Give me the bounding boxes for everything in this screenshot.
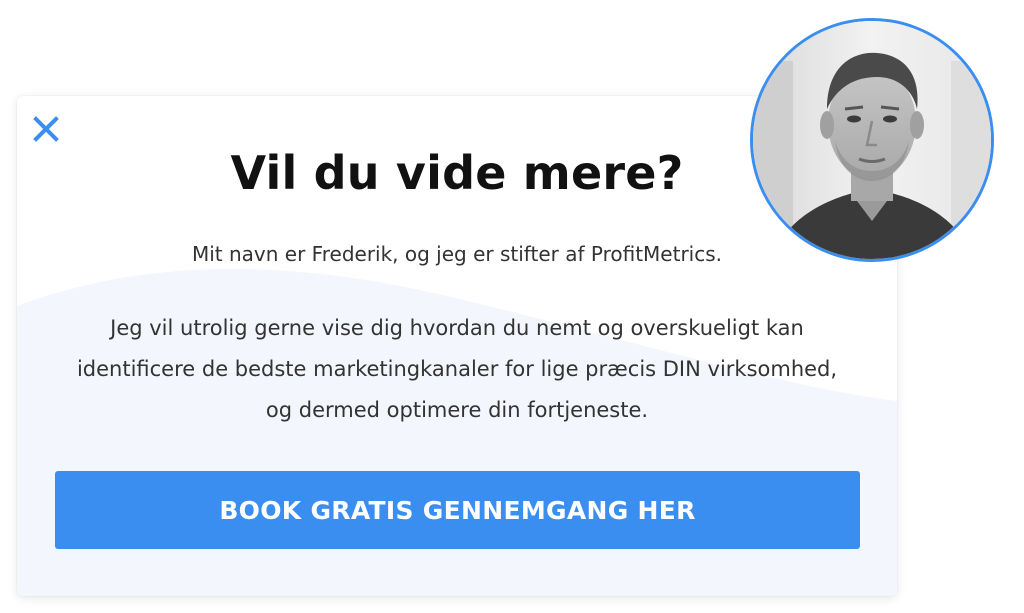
close-button[interactable] [31, 114, 63, 146]
portrait-photo [753, 21, 991, 259]
popup-overlay: Vil du vide mere? Mit navn er Frederik, … [0, 0, 1024, 613]
body-line: Jeg vil utrolig gerne vise dig hvordan d… [110, 316, 804, 340]
intro-text: Mit navn er Frederik, og jeg er stifter … [191, 242, 722, 266]
body-text: Jeg vil utrolig gerne vise dig hvordan d… [57, 308, 857, 431]
body-line: identificere de bedste marketingkanaler … [76, 357, 838, 381]
body-line: og dermed optimere din fortjeneste. [265, 398, 649, 422]
book-meeting-button[interactable]: BOOK GRATIS GENNEMGANG HER [55, 471, 860, 549]
avatar [750, 18, 994, 262]
close-icon [33, 116, 59, 142]
